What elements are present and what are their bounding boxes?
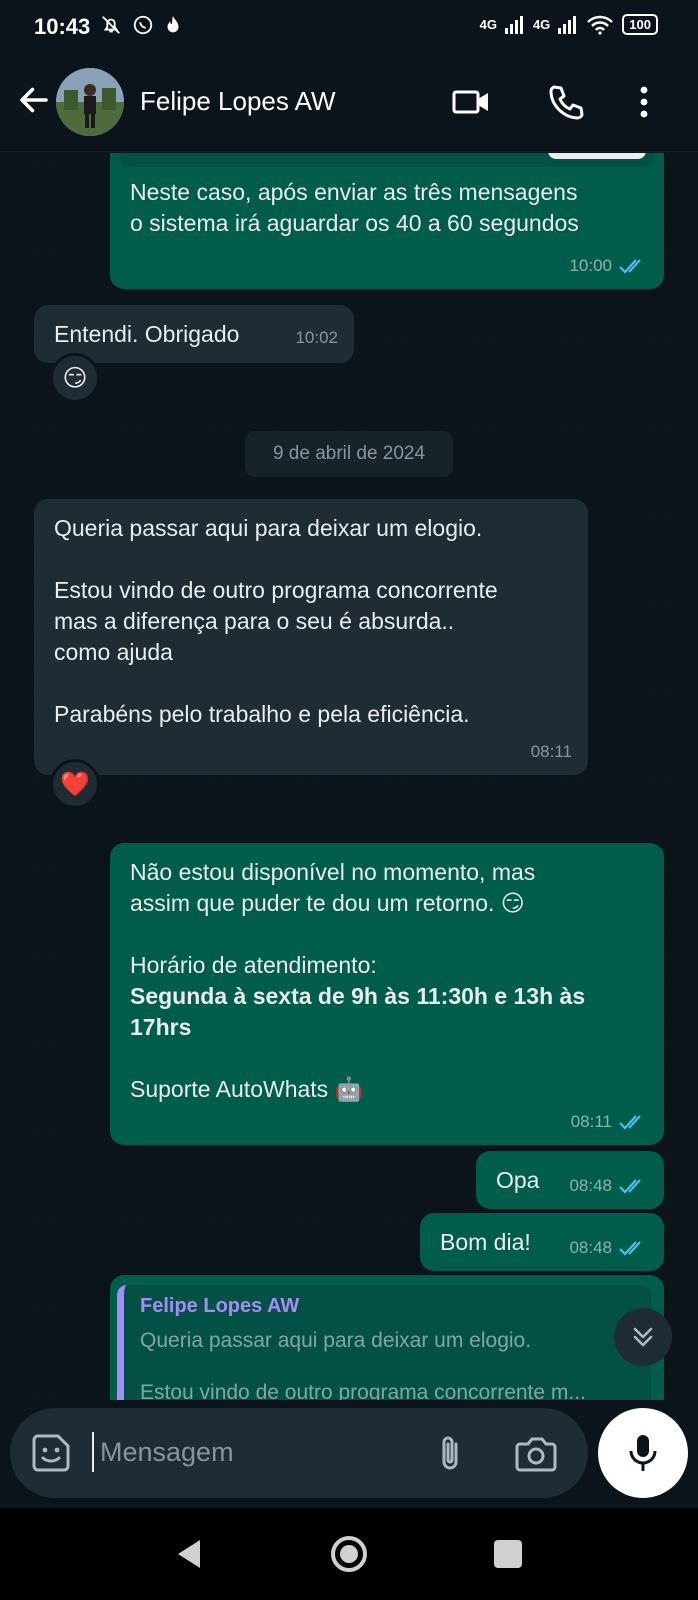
network-1-label: 4G bbox=[479, 17, 497, 32]
status-left-icons bbox=[100, 14, 182, 36]
message-text: Estou vindo de outro programa concorrent… bbox=[54, 577, 498, 603]
message-time: 08:11 bbox=[530, 742, 572, 761]
status-time: 10:43 bbox=[34, 14, 91, 39]
phone-call-icon[interactable] bbox=[546, 82, 586, 122]
message-time: 08:48 bbox=[569, 1176, 612, 1195]
avatar-photo bbox=[56, 68, 124, 136]
message-text: Entendi. Obrigado bbox=[54, 321, 240, 347]
message-meta: 08:48 bbox=[569, 1232, 648, 1263]
reaction-badge[interactable]: ❤️ bbox=[50, 759, 100, 809]
message-outgoing[interactable]: Neste caso, após enviar as três mensagen… bbox=[110, 153, 664, 289]
message-text: Parabéns pelo trabalho e pela eficiência… bbox=[54, 701, 470, 727]
message-input-container bbox=[10, 1408, 588, 1498]
signal-icon bbox=[504, 15, 523, 34]
message-time: 08:11 bbox=[570, 1112, 612, 1131]
quoted-message[interactable]: Felipe Lopes AW Queria passar aqui para … bbox=[117, 1285, 651, 1400]
quoted-text: Estou vindo de outro programa concorrent… bbox=[140, 1381, 586, 1400]
read-receipt-icon bbox=[619, 1240, 641, 1256]
message-outgoing[interactable]: Opa 08:48 bbox=[476, 1151, 664, 1209]
signal-icon-2 bbox=[558, 15, 577, 34]
quoted-sender: Felipe Lopes AW bbox=[140, 1295, 300, 1317]
status-right-icons: 4G 4G 100 bbox=[480, 14, 658, 35]
sticker-icon[interactable] bbox=[30, 1432, 72, 1474]
avatar[interactable] bbox=[56, 68, 124, 136]
bell-off-icon bbox=[102, 16, 120, 34]
flame-icon bbox=[167, 15, 179, 33]
camera-icon[interactable] bbox=[514, 1434, 558, 1474]
whatsapp-icon bbox=[133, 15, 153, 35]
message-input[interactable] bbox=[100, 1432, 420, 1472]
message-incoming[interactable]: Queria passar aqui para deixar um elogio… bbox=[34, 499, 588, 775]
message-meta: 08:11 bbox=[571, 1106, 648, 1137]
embedded-preview-strip bbox=[120, 153, 654, 167]
message-time: 10:00 bbox=[569, 256, 612, 275]
message-text: mas a diferença para o seu é absurda.. bbox=[54, 608, 455, 634]
reaction-badge[interactable]: 😏 bbox=[50, 353, 100, 403]
wifi-icon bbox=[587, 15, 614, 35]
message-input-bar bbox=[0, 1400, 698, 1508]
message-text: Não estou disponível no momento, mas bbox=[130, 859, 536, 885]
nav-home-icon[interactable] bbox=[327, 1532, 371, 1576]
read-receipt-icon bbox=[619, 1178, 641, 1194]
date-separator: 9 de abril de 2024 bbox=[245, 431, 453, 477]
message-meta: 10:00 bbox=[569, 250, 648, 281]
message-text: Queria passar aqui para deixar um elogio… bbox=[54, 515, 483, 541]
battery-indicator: 100 bbox=[622, 14, 658, 35]
message-text: Suporte AutoWhats 🤖 bbox=[130, 1076, 364, 1102]
text-cursor bbox=[92, 1432, 94, 1472]
message-text: o sistema irá aguardar os 40 a 60 segund… bbox=[130, 210, 579, 236]
message-meta: 08:11 bbox=[531, 736, 572, 767]
message-text: Opa bbox=[496, 1167, 540, 1193]
message-time: 10:02 bbox=[295, 328, 338, 347]
read-receipt-icon bbox=[619, 1114, 641, 1130]
system-nav-bar bbox=[0, 1508, 698, 1600]
video-call-icon[interactable] bbox=[452, 82, 492, 122]
contact-name[interactable]: Felipe Lopes AW bbox=[140, 86, 336, 117]
scroll-to-bottom-button[interactable] bbox=[614, 1308, 672, 1366]
message-text-bold: 17hrs bbox=[130, 1014, 192, 1040]
message-text-bold: Segunda à sexta de 9h às 11:30h e 13h às bbox=[130, 983, 586, 1009]
message-text: assim que puder te dou um retorno. 😏 bbox=[130, 890, 525, 916]
message-meta: 10:02 bbox=[295, 322, 338, 353]
network-2-label: 4G bbox=[532, 17, 551, 32]
attachment-icon[interactable] bbox=[430, 1432, 470, 1474]
chat-area[interactable]: Neste caso, após enviar as três mensagen… bbox=[0, 153, 698, 1400]
quoted-text: Queria passar aqui para deixar um elogio… bbox=[140, 1329, 532, 1352]
microphone-icon bbox=[629, 1435, 657, 1471]
message-outgoing[interactable]: Bom dia! 08:48 bbox=[420, 1213, 664, 1271]
message-outgoing[interactable]: Não estou disponível no momento, mas ass… bbox=[110, 843, 664, 1145]
back-arrow-icon[interactable] bbox=[16, 82, 52, 118]
nav-back-icon[interactable] bbox=[168, 1532, 212, 1576]
nav-recents-icon[interactable] bbox=[486, 1532, 530, 1576]
message-text: Horário de atendimento: bbox=[130, 952, 377, 978]
double-chevron-down-icon bbox=[633, 1327, 653, 1347]
message-text: Neste caso, após enviar as três mensagen… bbox=[130, 179, 578, 205]
status-bar: 10:43 4G 4G 100 bbox=[0, 0, 698, 52]
message-text: como ajuda bbox=[54, 639, 173, 665]
voice-message-button[interactable] bbox=[598, 1408, 688, 1498]
chat-header: Felipe Lopes AW bbox=[0, 52, 698, 152]
read-receipt-icon bbox=[619, 258, 641, 274]
message-meta: 08:48 bbox=[569, 1170, 648, 1201]
message-time: 08:48 bbox=[569, 1238, 612, 1257]
message-text: Bom dia! bbox=[440, 1229, 531, 1255]
more-options-icon[interactable] bbox=[624, 82, 664, 122]
